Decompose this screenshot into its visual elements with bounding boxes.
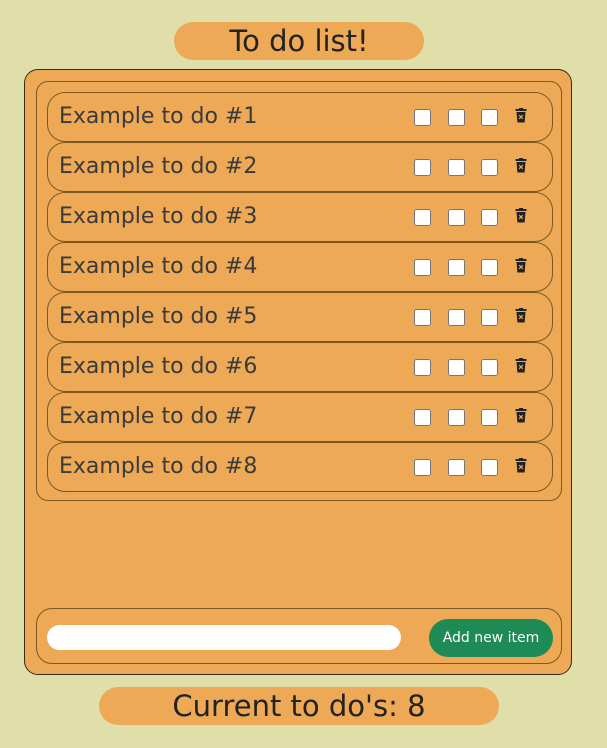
todo-checkbox-1[interactable] (414, 109, 431, 126)
todo-checkbox-2[interactable] (448, 409, 465, 426)
todo-checkbox-3[interactable] (481, 209, 498, 226)
trash-icon[interactable] (515, 158, 527, 173)
trash-icon[interactable] (515, 358, 527, 373)
todo-item: Example to do #1 (47, 92, 553, 142)
todo-count: Current to do's: 8 (99, 687, 499, 725)
todo-board: Example to do #1 Example to do #2 Exampl… (24, 69, 572, 675)
new-item-form: Add new item (36, 608, 562, 664)
todo-checkbox-1[interactable] (414, 409, 431, 426)
todo-item: Example to do #3 (47, 192, 553, 242)
todo-text: Example to do #3 (59, 204, 258, 229)
todo-checkbox-1[interactable] (414, 359, 431, 376)
todo-text: Example to do #2 (59, 154, 258, 179)
todo-text: Example to do #5 (59, 304, 258, 329)
todo-checkbox-2[interactable] (448, 259, 465, 276)
todo-item: Example to do #7 (47, 392, 553, 442)
todo-checkbox-3[interactable] (481, 159, 498, 176)
todo-item: Example to do #8 (47, 442, 553, 492)
todo-text: Example to do #6 (59, 354, 258, 379)
todo-checkbox-2[interactable] (448, 359, 465, 376)
todo-checkbox-1[interactable] (414, 159, 431, 176)
todo-checkbox-3[interactable] (481, 259, 498, 276)
add-item-button[interactable]: Add new item (429, 619, 553, 657)
todo-checkbox-3[interactable] (481, 359, 498, 376)
trash-icon[interactable] (515, 458, 527, 473)
todo-list: Example to do #1 Example to do #2 Exampl… (36, 81, 562, 501)
trash-icon[interactable] (515, 108, 527, 123)
trash-icon[interactable] (515, 408, 527, 423)
todo-checkbox-2[interactable] (448, 159, 465, 176)
page-title: To do list! (174, 22, 424, 60)
todo-checkbox-3[interactable] (481, 409, 498, 426)
todo-checkbox-1[interactable] (414, 459, 431, 476)
todo-checkbox-3[interactable] (481, 459, 498, 476)
todo-text: Example to do #4 (59, 254, 258, 279)
todo-checkbox-3[interactable] (481, 309, 498, 326)
trash-icon[interactable] (515, 308, 527, 323)
new-item-input[interactable] (47, 625, 401, 650)
todo-text: Example to do #1 (59, 104, 258, 129)
todo-item: Example to do #6 (47, 342, 553, 392)
trash-icon[interactable] (515, 208, 527, 223)
trash-icon[interactable] (515, 258, 527, 273)
todo-item: Example to do #4 (47, 242, 553, 292)
todo-checkbox-3[interactable] (481, 109, 498, 126)
todo-checkbox-2[interactable] (448, 459, 465, 476)
todo-text: Example to do #8 (59, 454, 258, 479)
todo-item: Example to do #5 (47, 292, 553, 342)
todo-checkbox-2[interactable] (448, 309, 465, 326)
todo-checkbox-2[interactable] (448, 109, 465, 126)
todo-item: Example to do #2 (47, 142, 553, 192)
todo-checkbox-1[interactable] (414, 259, 431, 276)
todo-text: Example to do #7 (59, 404, 258, 429)
todo-checkbox-2[interactable] (448, 209, 465, 226)
todo-checkbox-1[interactable] (414, 309, 431, 326)
todo-checkbox-1[interactable] (414, 209, 431, 226)
